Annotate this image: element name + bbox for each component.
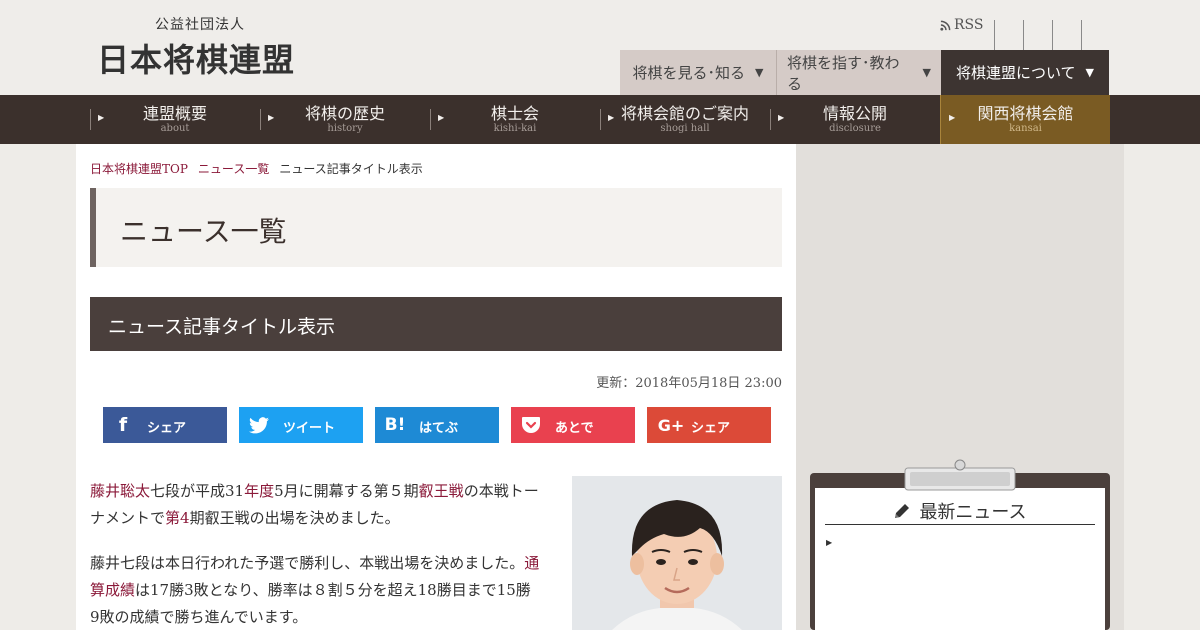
nav-item-disclosure[interactable]: ▶ 情報公開 disclosure [770, 95, 940, 144]
rss-link[interactable]: RSS [940, 17, 983, 33]
breadcrumb-section[interactable]: ニュース一覧 [198, 160, 269, 177]
twitter-icon [248, 414, 270, 436]
inline-link[interactable]: 第4 [165, 509, 190, 527]
share-label: あとで [555, 421, 594, 436]
nav-divider [260, 109, 261, 130]
breadcrumb: 日本将棋連盟TOP ニュース一覧 ニュース記事タイトル表示 [90, 160, 423, 177]
utility-link[interactable] [1081, 20, 1110, 50]
text: 七段が平成31 [150, 482, 245, 500]
rss-label: RSS [954, 17, 984, 33]
utility-link[interactable] [1052, 20, 1081, 50]
twitter-share-button[interactable]: ツイート [239, 407, 363, 443]
hatena-icon: B! [384, 415, 406, 435]
pencil-icon [895, 503, 910, 518]
nav-sublabel: shogi hall [660, 122, 710, 134]
facebook-icon: f [118, 414, 128, 436]
clip-icon [904, 459, 1016, 491]
main-nav: ▶ 連盟概要 about ▶ 将棋の歴史 history ▶ 棋士会 kishi… [0, 95, 1200, 144]
nav-sublabel: history [327, 122, 363, 134]
article-header: ニュース記事タイトル表示 [90, 297, 782, 351]
hatena-bookmark-button[interactable]: B! はてぶ [375, 407, 499, 443]
nav-divider [430, 109, 431, 130]
utility-link[interactable] [994, 20, 1023, 50]
logo-subtitle: 公益社団法人 [155, 17, 245, 33]
breadcrumb-current: ニュース記事タイトル表示 [279, 162, 423, 176]
nav-label: 情報公開 [822, 103, 887, 123]
article-paragraph: 藤井七段は本日行われた予選で勝利し、本戦出場を決めました。通算成績は17勝3敗と… [90, 550, 540, 630]
utility-links [994, 20, 1110, 50]
share-label: はてぶ [419, 421, 459, 436]
arrow-right-icon: ▶ [949, 113, 956, 122]
arrow-right-icon: ▶ [778, 113, 785, 122]
chevron-down-icon: ▼ [922, 66, 931, 79]
article-paragraph: 藤井聡太七段が平成31年度5月に開幕する第５期叡王戦の本戦トーナメントで第4期叡… [90, 478, 540, 532]
top-tabs: 将棋を見る･知る ▼ 将棋を指す･教わる ▼ 将棋連盟について ▼ [620, 50, 1109, 95]
pocket-icon [520, 414, 542, 436]
nav-label: 連盟概要 [142, 103, 207, 123]
nav-divider [90, 109, 91, 130]
nav-divider [770, 109, 771, 130]
nav-label: 関西将棋会館 [977, 103, 1074, 123]
inline-link[interactable]: 年度 [244, 482, 274, 500]
nav-label: 棋士会 [490, 103, 539, 123]
sidebar-title-text: 最新ニュース [919, 501, 1027, 523]
google-plus-share-button[interactable]: G+ シェア [647, 407, 771, 443]
nav-item-kansai[interactable]: ▶ 関西将棋会館 kansai [940, 95, 1110, 144]
text: 5月に開幕する第５期 [274, 482, 419, 500]
article-date: 更新：2018年05月18日 23:00 [596, 376, 782, 391]
arrow-right-icon: ▶ [98, 113, 105, 122]
nav-divider [600, 109, 601, 130]
text: 期叡王 [189, 509, 235, 527]
rss-icon [940, 20, 951, 31]
nav-label: 将棋の歴史 [304, 103, 385, 123]
page-title: ニュース一覧 [120, 215, 287, 248]
text: 戦の出場を決めました。 [234, 509, 400, 527]
arrow-right-icon: ▶ [438, 113, 445, 122]
chevron-down-icon: ▼ [755, 66, 764, 79]
tab-label: 将棋連盟について [955, 64, 1076, 82]
page-title-box: ニュース一覧 [90, 188, 782, 267]
tab-label: 将棋を指す･教わる [787, 53, 900, 93]
text: 藤井七段は本日行われた予選で勝利し、本戦出場を決めました。 [90, 554, 525, 572]
nav-sublabel: disclosure [829, 122, 881, 134]
article-title: ニュース記事タイトル表示 [108, 316, 336, 338]
tab-watch[interactable]: 将棋を見る･知る ▼ [620, 50, 777, 95]
nav-item-about[interactable]: ▶ 連盟概要 about [90, 95, 260, 144]
site-logo[interactable]: 日本将棋連盟 [97, 35, 295, 81]
arrow-right-icon: ▶ [826, 538, 833, 547]
share-label: ツイート [283, 421, 336, 436]
nav-sublabel: kishi-kai [493, 122, 537, 134]
text: は17勝3敗となり、勝率は８割５分を [135, 581, 388, 599]
breadcrumb-home[interactable]: 日本将棋連盟TOP [90, 160, 188, 177]
site-header: 公益社団法人 日本将棋連盟 RSS 将棋を見る･知る ▼ 将棋を指す･教わる ▼… [0, 0, 1200, 95]
nav-item-history[interactable]: ▶ 将棋の歴史 history [260, 95, 430, 144]
player-photo [572, 476, 782, 630]
nav-sublabel: about [160, 122, 190, 134]
arrow-right-icon: ▶ [608, 113, 615, 122]
nav-sublabel: kansai [1009, 122, 1042, 134]
share-buttons: f シェア ツイート B! はてぶ あとで G+ シェア [103, 407, 771, 443]
utility-link[interactable] [1023, 20, 1052, 50]
player-link[interactable]: 藤井聡太 [90, 482, 150, 500]
tab-about-federation[interactable]: 将棋連盟について ▼ [941, 50, 1109, 95]
nav-item-shogi-hall[interactable]: ▶ 将棋会館のご案内 shogi hall [600, 95, 770, 144]
facebook-share-button[interactable]: f シェア [103, 407, 227, 443]
sidebar-title: 最新ニュース [825, 497, 1095, 525]
google-plus-icon: G+ [657, 415, 685, 435]
chevron-down-icon: ▼ [1085, 66, 1095, 79]
arrow-right-icon: ▶ [268, 113, 275, 122]
nav-item-kishikai[interactable]: ▶ 棋士会 kishi-kai [430, 95, 600, 144]
pocket-button[interactable]: あとで [511, 407, 635, 443]
tournament-link[interactable]: 叡王戦 [419, 482, 464, 500]
tab-play[interactable]: 将棋を指す･教わる ▼ [777, 50, 941, 95]
share-label: シェア [691, 421, 731, 436]
nav-label: 将棋会館のご案内 [620, 103, 749, 123]
tab-label: 将棋を見る･知る [632, 64, 746, 82]
share-label: シェア [147, 421, 187, 436]
